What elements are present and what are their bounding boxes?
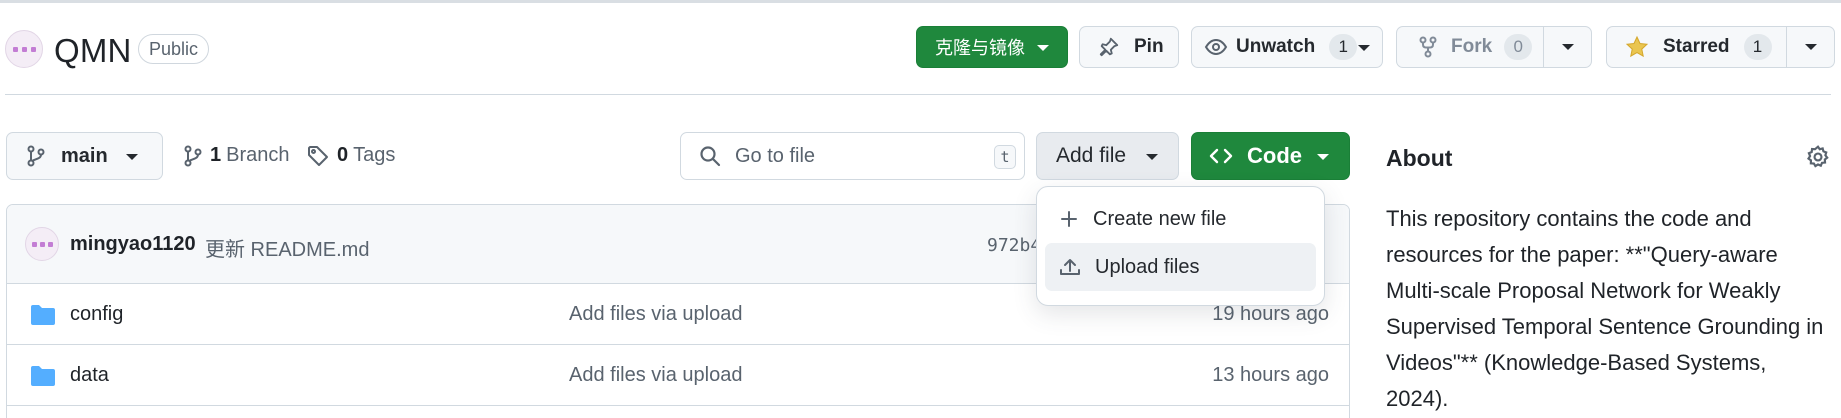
folder-icon <box>30 304 56 326</box>
add-file-button[interactable]: Add file <box>1036 132 1179 180</box>
chevron-down-icon <box>1317 154 1329 160</box>
upload-icon <box>1059 257 1081 277</box>
plus-icon <box>1059 209 1079 229</box>
file-name[interactable]: config <box>70 303 123 326</box>
about-description: This repository contains the code and re… <box>1386 206 1824 411</box>
clone-mirror-label: 克隆与镜像 <box>935 38 1025 58</box>
branches-count: 1 <box>210 144 222 166</box>
create-new-file-label: Create new file <box>1093 207 1227 230</box>
eye-icon <box>1204 36 1228 58</box>
file-row[interactable]: data Add files via upload 13 hours ago <box>7 345 1349 406</box>
stars-count: 1 <box>1743 34 1772 60</box>
gear-icon[interactable] <box>1805 144 1831 170</box>
forks-count: 0 <box>1504 34 1533 60</box>
git-branch-icon <box>27 145 45 167</box>
commit-author-avatar[interactable] <box>25 227 59 261</box>
visibility-badge: Public <box>138 34 210 64</box>
add-file-label: Add file <box>1056 144 1127 167</box>
branches-link[interactable]: 1 Branch <box>184 144 290 167</box>
pin-button[interactable]: Pin <box>1079 26 1179 68</box>
commit-message[interactable]: 更新 README.md <box>205 233 369 262</box>
create-new-file-item[interactable]: Create new file <box>1045 195 1316 243</box>
tags-count: 0 <box>337 144 349 166</box>
tag-icon <box>307 145 329 167</box>
fork-label: Fork <box>1451 36 1493 57</box>
fork-button[interactable]: Fork 0 <box>1396 26 1592 68</box>
file-commit-time: 19 hours ago <box>1212 303 1329 325</box>
commit-sha[interactable]: 972b4 <box>987 235 1041 256</box>
upload-files-item[interactable]: Upload files <box>1045 243 1316 291</box>
file-commit-message[interactable]: Add files via upload <box>569 364 742 387</box>
clone-mirror-button[interactable]: 克隆与镜像 <box>916 26 1068 68</box>
go-to-file-input[interactable]: Go to file t <box>680 132 1025 180</box>
top-border <box>0 0 1841 3</box>
pin-icon <box>1098 36 1120 58</box>
branch-name: main <box>61 144 108 167</box>
lists-options-button[interactable] <box>1786 27 1834 67</box>
chevron-down-icon <box>1804 44 1817 50</box>
starred-label: Starred <box>1663 36 1730 57</box>
add-file-menu: Create new file Upload files <box>1036 186 1325 306</box>
header-divider <box>5 94 1831 95</box>
chevron-down-icon <box>126 154 138 160</box>
branches-label: Branch <box>226 144 290 166</box>
tags-label: Tags <box>353 144 396 166</box>
about-heading: About <box>1386 145 1453 171</box>
tags-link[interactable]: 0 Tags <box>307 144 395 167</box>
watchers-count: 1 <box>1329 34 1358 60</box>
branch-selector-button[interactable]: main <box>6 132 163 180</box>
file-commit-message[interactable]: Add files via upload <box>569 303 742 326</box>
code-label: Code <box>1247 143 1302 168</box>
search-icon <box>699 145 721 167</box>
keyboard-shortcut-hint: t <box>994 145 1016 169</box>
commit-author[interactable]: mingyao1120 <box>70 233 196 256</box>
git-branch-icon <box>184 145 202 167</box>
code-icon <box>1209 146 1233 166</box>
code-button[interactable]: Code <box>1191 132 1350 180</box>
fork-options-button[interactable] <box>1543 27 1591 67</box>
unwatch-button[interactable]: Unwatch 1 <box>1191 26 1383 68</box>
chevron-down-icon[interactable] <box>1358 45 1370 51</box>
starred-button[interactable]: Starred 1 <box>1606 26 1835 68</box>
fork-icon <box>1419 36 1437 58</box>
pin-label: Pin <box>1134 36 1164 57</box>
file-name[interactable]: data <box>70 364 109 387</box>
chevron-down-icon <box>1037 45 1049 51</box>
repo-name[interactable]: QMN <box>54 32 132 70</box>
star-icon <box>1625 35 1649 59</box>
repo-owner-avatar[interactable] <box>5 30 43 68</box>
upload-files-label: Upload files <box>1095 255 1200 278</box>
unwatch-label: Unwatch <box>1236 36 1316 57</box>
chevron-down-icon <box>1561 44 1574 50</box>
chevron-down-icon <box>1146 154 1158 160</box>
file-commit-time: 13 hours ago <box>1212 364 1329 386</box>
go-to-file-placeholder: Go to file <box>735 144 816 167</box>
folder-icon <box>30 365 56 387</box>
repo-header: QMN Public 克隆与镜像 Pin Unwatch 1 Fork 0 St… <box>0 22 1841 80</box>
